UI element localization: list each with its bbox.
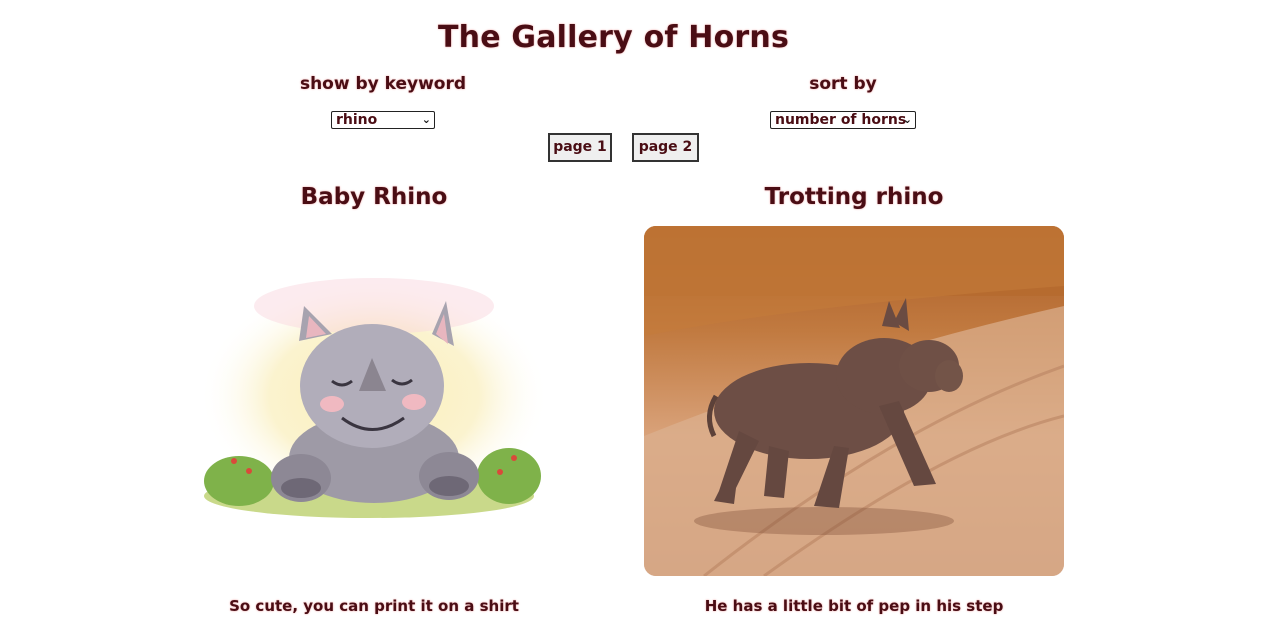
trotting-rhino-image [644, 226, 1064, 576]
page-title: The Gallery of Horns [437, 20, 790, 55]
keyword-label: show by keyword [299, 74, 467, 94]
sort-select[interactable]: number of horns ⌄ [770, 111, 916, 129]
sort-label: sort by [809, 74, 877, 94]
card-title-baby-rhino: Baby Rhino [300, 184, 448, 210]
keyword-select[interactable]: rhino ⌄ [331, 111, 435, 129]
page-2-button[interactable]: page 2 [632, 133, 699, 162]
card-title-trotting-rhino: Trotting rhino [764, 184, 944, 210]
sort-select-value: number of horns [775, 112, 907, 128]
chevron-down-icon: ⌄ [902, 113, 912, 126]
keyword-select-value: rhino [336, 112, 378, 128]
card-description-trotting-rhino: He has a little bit of pep in his step [704, 597, 1004, 615]
page-1-button[interactable]: page 1 [548, 133, 612, 162]
chevron-down-icon: ⌄ [421, 113, 431, 126]
baby-rhino-image [164, 226, 584, 576]
card-description-baby-rhino: So cute, you can print it on a shirt [229, 597, 519, 615]
